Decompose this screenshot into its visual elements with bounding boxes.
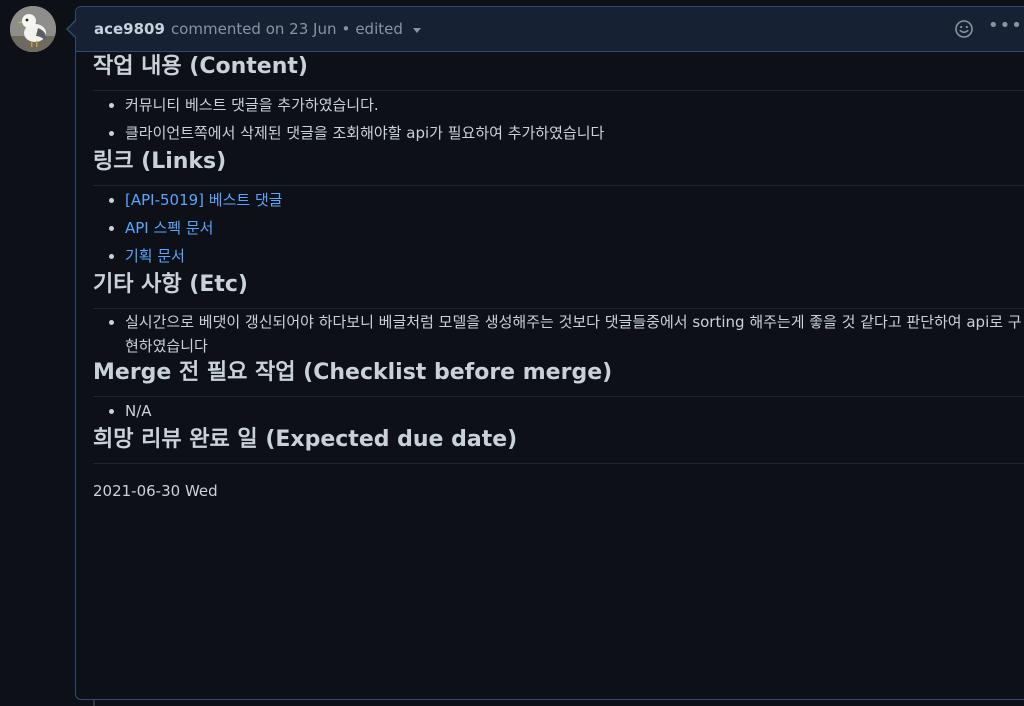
due-date-value: 2021-06-30 Wed (93, 482, 218, 500)
comment-body: 작업 내용 (Content) 커뮤니티 베스트 댓글을 추가하였습니다. 클라… (76, 52, 1024, 500)
content-heading: 작업 내용 (Content) (93, 52, 1024, 91)
content-list: 커뮤니티 베스트 댓글을 추가하였습니다. 클라이언트쪽에서 삭제된 댓글을 조… (93, 91, 1024, 147)
due-date-heading: 희망 리뷰 완료 일 (Expected due date) (93, 425, 1024, 464)
comment-caret-inner (68, 21, 76, 37)
list-item: API 스펙 문서 (125, 214, 1024, 242)
header-actions: ••• (954, 7, 1023, 51)
kebab-icon[interactable]: ••• (988, 17, 1023, 35)
list-item: 실시간으로 베댓이 갱신되어야 하다보니 베글처럼 모델을 생성해주는 것보다 … (125, 309, 1024, 358)
checklist-list: N/A (93, 397, 1024, 425)
list-item: 커뮤니티 베스트 댓글을 추가하였습니다. (125, 91, 1024, 119)
list-item: [API-5019] 베스트 댓글 (125, 186, 1024, 214)
list-item: 기획 문서 (125, 242, 1024, 270)
list-item: N/A (125, 397, 1024, 425)
link-api-spec[interactable]: API 스펙 문서 (125, 219, 213, 237)
list-item: 클라이언트쪽에서 삭제된 댓글을 조회해야할 api가 필요하여 추가하였습니다 (125, 119, 1024, 147)
avatar[interactable] (10, 6, 56, 52)
links-heading: 링크 (Links) (93, 147, 1024, 186)
link-planning-doc[interactable]: 기획 문서 (125, 247, 185, 265)
comment-action-text: commented on 23 Jun (170, 20, 337, 38)
timeline-line (93, 700, 95, 706)
author-link[interactable]: ace9809 (94, 20, 165, 38)
checklist-heading: Merge 전 필요 작업 (Checklist before merge) (93, 358, 1024, 397)
etc-heading: 기타 사항 (Etc) (93, 270, 1024, 309)
comment-header: ace9809 commented on 23 Jun • edited (76, 7, 1024, 52)
links-list: [API-5019] 베스트 댓글 API 스펙 문서 기획 문서 (93, 186, 1024, 270)
edited-label[interactable]: edited (355, 20, 403, 38)
smiley-icon[interactable] (954, 19, 974, 39)
link-api-5019[interactable]: [API-5019] 베스트 댓글 (125, 191, 283, 209)
chevron-down-icon[interactable] (412, 27, 421, 33)
header-separator: • (341, 20, 351, 38)
comment-box: ace9809 commented on 23 Jun • edited •••… (75, 6, 1024, 700)
bird-avatar-icon (10, 6, 56, 52)
etc-list: 실시간으로 베댓이 갱신되어야 하다보니 베글처럼 모델을 생성해주는 것보다 … (93, 309, 1024, 358)
